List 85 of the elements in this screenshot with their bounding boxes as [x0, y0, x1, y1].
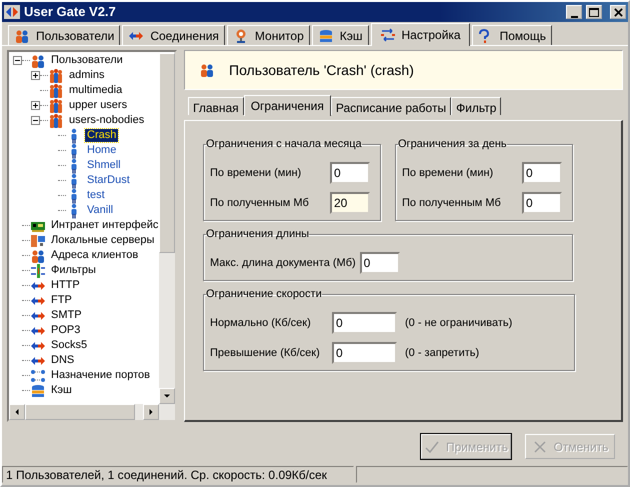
tree-item[interactable]: Vanill: [85, 204, 116, 217]
field-label: По времени (мин): [402, 166, 494, 181]
cross-icon: [532, 438, 548, 454]
people-icon: [14, 28, 30, 44]
input-field[interactable]: 0: [330, 162, 370, 184]
group-icon: [48, 98, 64, 114]
people-icon: [30, 248, 46, 264]
expander-icon[interactable]: [31, 101, 40, 110]
tree-item[interactable]: Crash: [85, 129, 118, 142]
tab[interactable]: Главная: [188, 97, 244, 115]
vertical-scrollbar[interactable]: [159, 52, 175, 404]
tree-item[interactable]: Socks5: [49, 339, 90, 352]
tab[interactable]: Расписание работы: [330, 97, 452, 115]
expander-icon[interactable]: [31, 116, 40, 125]
input-field[interactable]: 20: [330, 192, 370, 214]
tree-item[interactable]: Кэш: [49, 384, 74, 397]
field-label: По полученным Мб: [402, 196, 502, 211]
tree-item[interactable]: HTTP: [49, 279, 82, 292]
tree-item[interactable]: Фильтры: [49, 264, 98, 277]
filter-icon: [30, 262, 46, 278]
tree-item[interactable]: Локальные серверы: [49, 234, 156, 247]
tab[interactable]: Помощь: [472, 25, 552, 45]
minimize-button[interactable]: [566, 5, 582, 19]
group-title: Ограничения длины: [206, 229, 310, 240]
expander-icon[interactable]: [13, 56, 22, 65]
expander-icon[interactable]: [31, 71, 40, 80]
computer-icon: [30, 232, 46, 248]
people-icon: [199, 62, 215, 78]
close-button[interactable]: [610, 5, 626, 19]
field-label: Превышение (Кб/сек): [210, 346, 321, 361]
tree-item[interactable]: DNS: [49, 354, 76, 367]
status-text: 1 Пользователей, 1 соединений. Ср. скорость: 0.09Кб/сек: [2, 466, 354, 483]
input-field[interactable]: 0: [522, 162, 562, 184]
stack-icon: [30, 382, 46, 398]
group-icon: [48, 82, 64, 98]
tree-item[interactable]: test: [85, 189, 107, 202]
tab[interactable]: Пользователи: [8, 25, 120, 45]
panel-title: Пользователь 'Crash' (crash): [229, 60, 414, 80]
check-icon: [424, 438, 440, 454]
tree-item[interactable]: FTP: [49, 294, 74, 307]
field-hint: (0 - не ограничивать): [405, 316, 512, 331]
tree-item[interactable]: SMTP: [49, 309, 84, 322]
tree-item[interactable]: POP3: [49, 324, 82, 337]
tab[interactable]: Кэш: [312, 25, 369, 45]
people-icon: [30, 52, 46, 68]
minimize-icon: [570, 16, 578, 18]
tab[interactable]: Соединения: [122, 25, 225, 45]
group-title: Ограничения с начала месяца: [206, 139, 362, 150]
tab[interactable]: Ограничения: [244, 95, 331, 116]
maximize-icon: [589, 8, 599, 16]
stack-icon: [318, 28, 334, 44]
input-field[interactable]: 0: [522, 192, 562, 214]
input-field[interactable]: 0: [332, 312, 397, 334]
maximize-button[interactable]: [586, 5, 602, 19]
tab[interactable]: Настройка: [370, 23, 470, 46]
field-hint: (0 - запретить): [405, 346, 480, 361]
tree-item[interactable]: Назначение портов: [49, 369, 152, 382]
field-label: По времени (мин): [210, 166, 302, 181]
tree-item[interactable]: upper users: [67, 99, 130, 112]
input-field[interactable]: 0: [360, 252, 400, 274]
group-icon: [48, 68, 64, 84]
tree-item[interactable]: Интранет интерфейс: [49, 219, 159, 232]
group-title: Ограничение скорости: [206, 289, 322, 300]
tree-item[interactable]: users-nobodies: [67, 114, 146, 127]
field-label: Макс. длина документа (Мб): [210, 256, 356, 271]
group-title: Ограничения за день: [398, 139, 507, 150]
arrows-icon: [380, 27, 396, 43]
horizontal-scrollbar[interactable]: [9, 404, 175, 420]
tab[interactable]: Фильтр: [451, 97, 502, 115]
tab[interactable]: Монитор: [226, 25, 310, 45]
nodes-icon: [30, 368, 46, 384]
input-field[interactable]: 0: [332, 342, 397, 364]
field-label: По полученным Мб: [210, 196, 310, 211]
tree-item[interactable]: Home: [85, 144, 118, 157]
field-label: Нормально (Кб/сек): [210, 316, 312, 331]
tree-item[interactable]: StarDust: [85, 174, 132, 187]
tree-item[interactable]: Пользователи: [49, 54, 125, 67]
group-icon: [48, 112, 64, 128]
tree-item[interactable]: admins: [67, 69, 106, 82]
tree-item[interactable]: Shmell: [85, 159, 123, 172]
tree-item[interactable]: multimedia: [67, 84, 124, 97]
window-title: User Gate V2.7: [24, 3, 116, 22]
app-icon: [4, 4, 20, 20]
tree-item[interactable]: Адреса клиентов: [49, 249, 140, 262]
close-icon: [614, 8, 622, 16]
